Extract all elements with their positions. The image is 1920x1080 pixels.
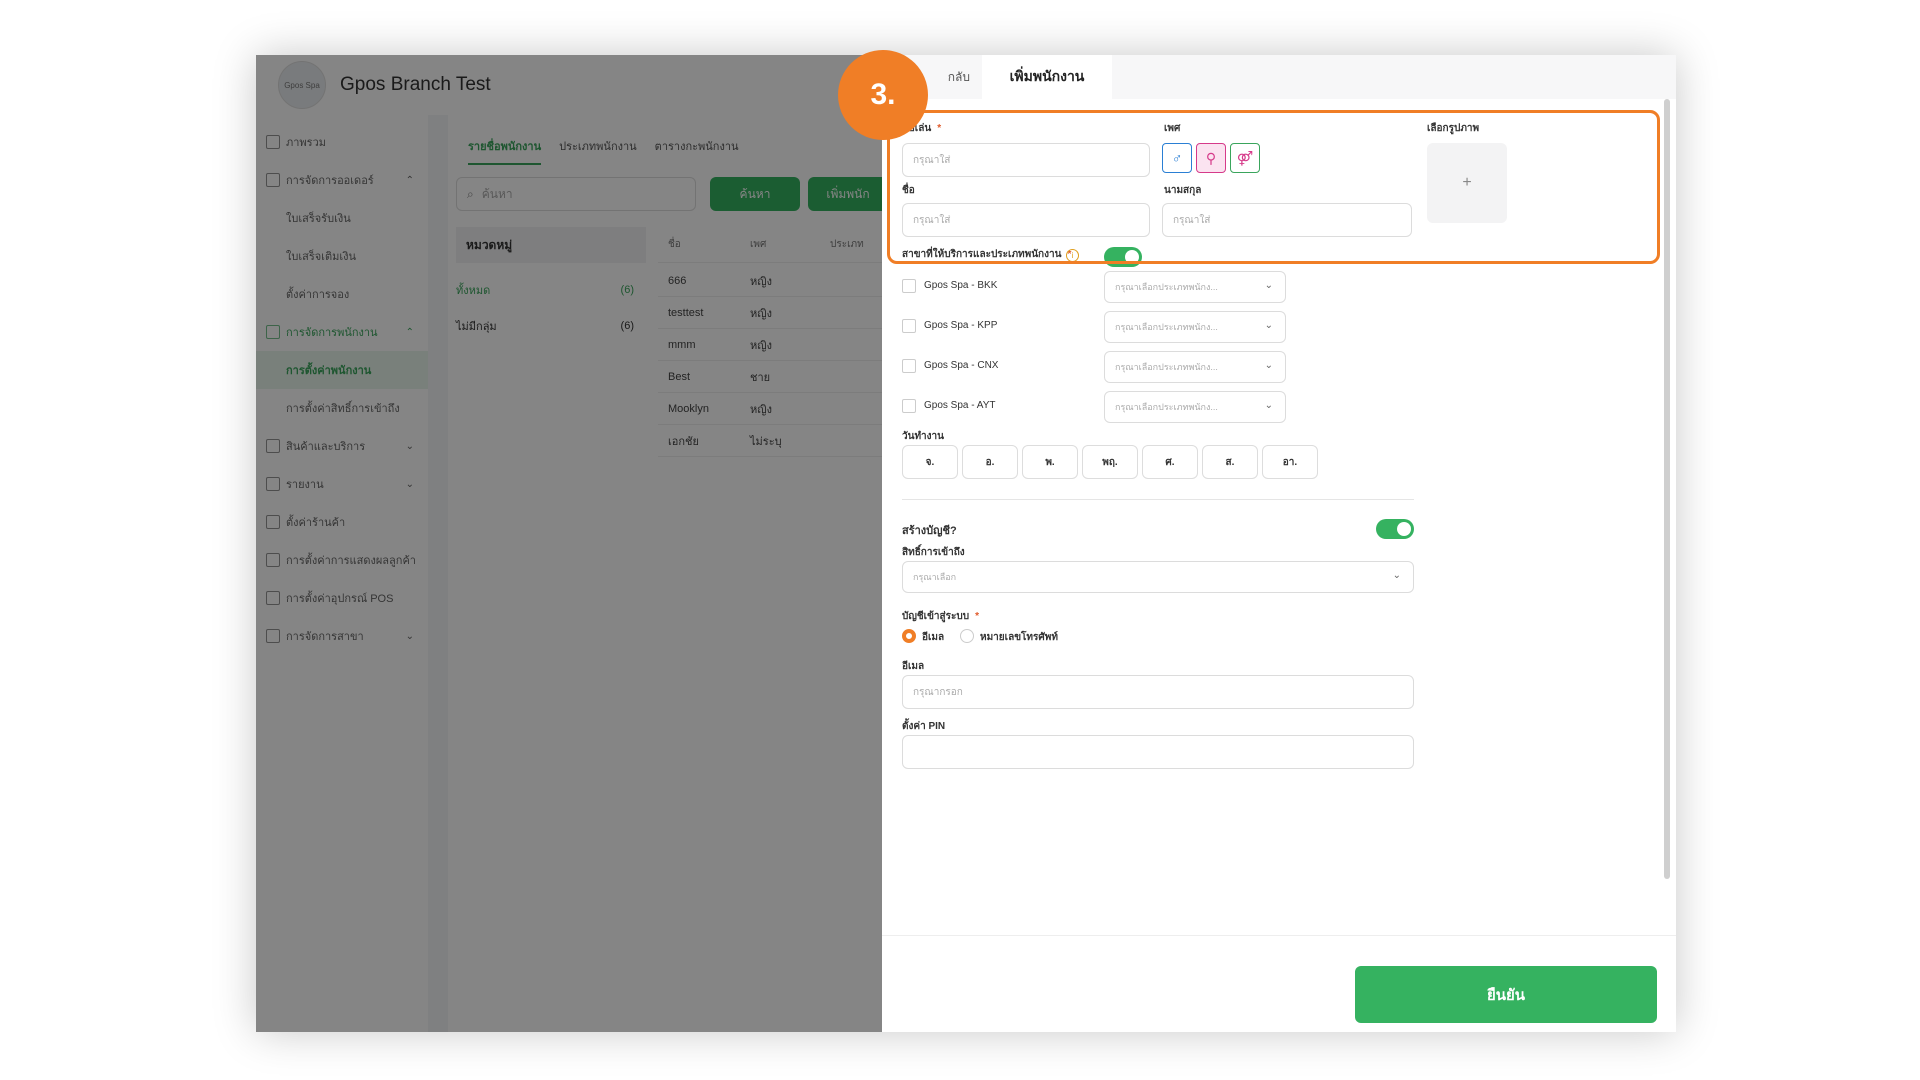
create-account-label: สร้างบัญชี? [902, 525, 957, 537]
footer-divider [882, 935, 1676, 936]
day-wed-button[interactable]: พ. [1022, 445, 1078, 479]
day-thu-button[interactable]: พฤ. [1082, 445, 1138, 479]
drawer-scrollbar[interactable] [1664, 99, 1670, 879]
branch-name: Gpos Spa - CNX [924, 360, 999, 371]
branch-name: Gpos Spa - BKK [924, 280, 998, 291]
staff-type-select[interactable]: กรุณาเลือกประเภทพนักง... ⌄ [1104, 271, 1286, 303]
step-badge: 3. [838, 50, 928, 140]
chevron-down-icon: ⌄ [1264, 400, 1273, 411]
chevron-down-icon: ⌄ [1264, 320, 1273, 331]
branch-name: Gpos Spa - AYT [924, 400, 996, 411]
staff-type-select[interactable]: กรุณาเลือกประเภทพนักง... ⌄ [1104, 311, 1286, 343]
day-sun-button[interactable]: อา. [1262, 445, 1318, 479]
pin-input[interactable] [902, 735, 1414, 769]
branch-checkbox[interactable] [902, 399, 916, 413]
login-email-radio[interactable] [902, 629, 916, 643]
branch-checkbox[interactable] [902, 279, 916, 293]
day-sat-button[interactable]: ส. [1202, 445, 1258, 479]
email-label: อีเมล [902, 661, 925, 672]
branch-name: Gpos Spa - KPP [924, 320, 998, 331]
drawer-tabs: กลับ เพิ่มพนักงาน [882, 55, 1676, 99]
login-email-label: อีเมล [922, 632, 945, 643]
branch-checkbox[interactable] [902, 319, 916, 333]
staff-type-select[interactable]: กรุณาเลือกประเภทพนักง... ⌄ [1104, 391, 1286, 423]
day-fri-button[interactable]: ศ. [1142, 445, 1198, 479]
chevron-down-icon: ⌄ [1264, 280, 1273, 291]
chevron-down-icon: ⌄ [1264, 360, 1273, 371]
confirm-button[interactable]: ยืนยัน [1355, 966, 1657, 1023]
login-label: บัญชีเข้าสู่ระบบ * [902, 611, 979, 622]
chevron-down-icon: ⌄ [1392, 570, 1401, 581]
branch-checkbox[interactable] [902, 359, 916, 373]
workday-label: วันทำงาน [902, 431, 944, 442]
day-tue-button[interactable]: อ. [962, 445, 1018, 479]
create-account-toggle[interactable] [1376, 519, 1414, 539]
pin-label: ตั้งค่า PIN [902, 721, 946, 732]
email-input[interactable]: กรุณากรอก [902, 675, 1414, 709]
step-highlight-box [887, 110, 1660, 264]
section-divider [902, 499, 1414, 500]
staff-type-select[interactable]: กรุณาเลือกประเภทพนักง... ⌄ [1104, 351, 1286, 383]
access-select[interactable]: กรุณาเลือก ⌄ [902, 561, 1414, 593]
day-mon-button[interactable]: จ. [902, 445, 958, 479]
login-phone-label: หมายเลขโทรศัพท์ [980, 632, 1058, 643]
drawer-title: เพิ่มพนักงาน [982, 55, 1112, 99]
login-phone-radio[interactable] [960, 629, 974, 643]
modal-backdrop[interactable] [256, 55, 882, 1032]
access-label: สิทธิ์การเข้าถึง [902, 547, 965, 558]
